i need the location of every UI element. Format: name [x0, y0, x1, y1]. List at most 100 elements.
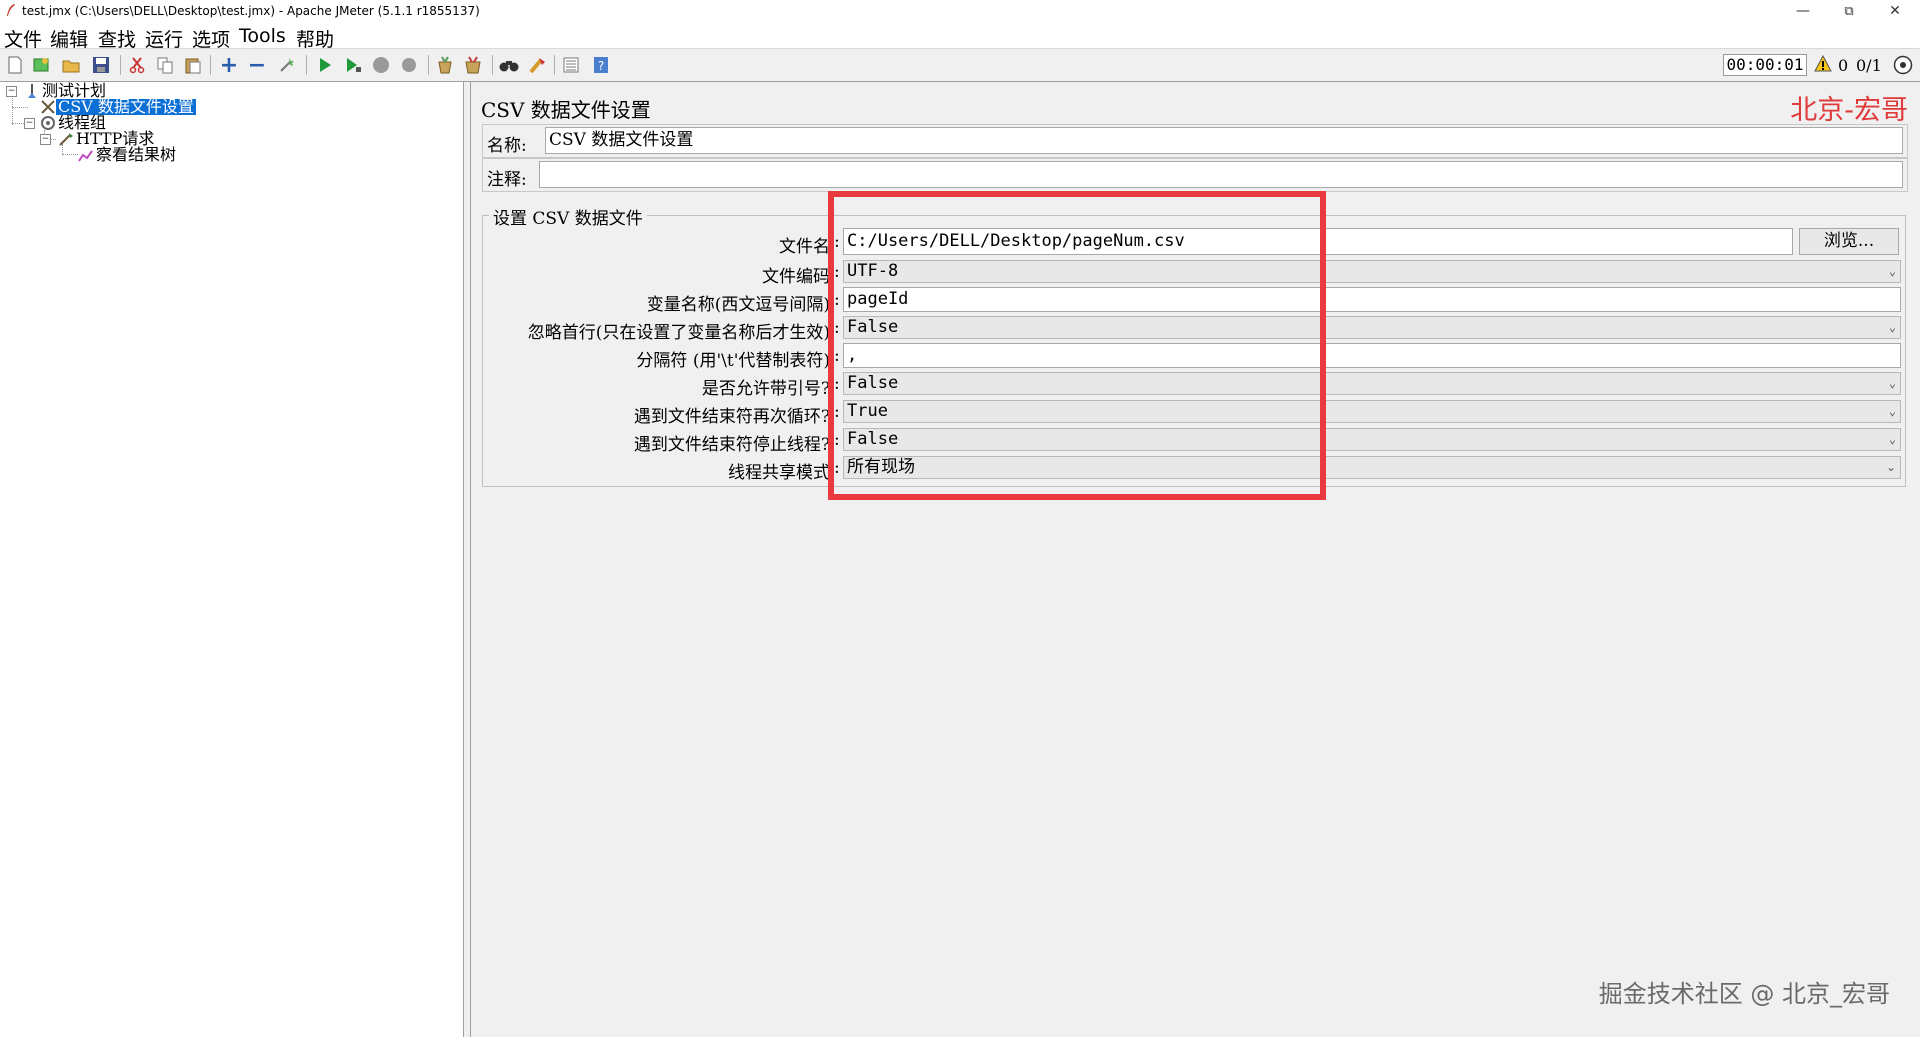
encoding-label: 文件编码: [762, 267, 830, 287]
config-panel: CSV 数据文件设置 北京-宏哥 名称: CSV 数据文件设置 注释: 设置 C…: [471, 82, 1920, 1037]
allow-quoted-select[interactable]: False ⌄: [843, 372, 1901, 395]
stop-thread-on-eof-label: 遇到文件结束符停止线程?: [633, 435, 830, 455]
paste-icon[interactable]: [182, 54, 204, 76]
comment-label: 注释:: [487, 170, 527, 190]
recycle-on-eof-label: 遇到文件结束符再次循环?: [633, 407, 830, 427]
chevron-down-icon: ⌄: [1888, 376, 1896, 390]
function-helper-icon[interactable]: [560, 54, 582, 76]
colon-separator: :: [834, 318, 840, 338]
shutdown-icon[interactable]: [398, 54, 420, 76]
colon-separator: :: [834, 458, 840, 478]
copy-icon[interactable]: [154, 54, 176, 76]
minimize-icon: —: [1796, 3, 1810, 19]
watermark: 掘金技术社区 @ 北京_宏哥: [1598, 980, 1890, 1008]
remote-globe-icon[interactable]: [1893, 55, 1913, 75]
close-icon: ✕: [1889, 3, 1901, 19]
jmeter-feather-icon: [7, 4, 15, 16]
comment-row: 注释:: [482, 158, 1908, 192]
sharing-mode-label: 线程共享模式: [728, 463, 830, 483]
expand-http-request[interactable]: −: [40, 134, 51, 145]
combo-value: False: [847, 429, 899, 449]
panel-splitter[interactable]: [464, 82, 471, 1037]
stop-thread-on-eof-select[interactable]: False ⌄: [843, 428, 1901, 451]
colon-separator: :: [834, 262, 840, 282]
expand-thread-group[interactable]: −: [24, 118, 35, 129]
save-icon[interactable]: [90, 54, 112, 76]
encoding-select[interactable]: UTF-8 ⌄: [843, 260, 1901, 283]
colon-separator: :: [834, 232, 840, 252]
expand-test-plan[interactable]: −: [6, 86, 17, 97]
tree-item-result-tree[interactable]: 察看结果树: [78, 147, 178, 163]
help-icon[interactable]: ?: [590, 54, 612, 76]
title-bar: test.jmx (C:\Users\DELL\Desktop\test.jmx…: [0, 0, 1920, 22]
chevron-down-icon: ⌄: [1885, 460, 1896, 474]
csv-config-icon: [41, 100, 55, 114]
delimiter-field[interactable]: ,: [843, 343, 1901, 368]
section-title: 设置 CSV 数据文件: [489, 204, 647, 229]
restore-icon: ⧉: [1844, 3, 1854, 19]
colon-separator: :: [834, 430, 840, 450]
test-plan-icon: [28, 84, 36, 98]
delimiter-label: 分隔符 (用'\t'代替制表符): [636, 351, 830, 371]
colon-separator: :: [834, 374, 840, 394]
collapse-icon[interactable]: −: [246, 53, 268, 78]
colon-separator: :: [834, 290, 840, 310]
close-button[interactable]: ✕: [1872, 0, 1918, 22]
menu-tools[interactable]: Tools: [239, 25, 286, 47]
start-icon[interactable]: [314, 54, 336, 76]
combo-value: 所有现场: [847, 457, 915, 477]
name-label: 名称:: [487, 136, 527, 156]
expand-icon[interactable]: +: [218, 53, 240, 78]
warning-icon[interactable]: [1814, 55, 1832, 72]
stop-icon[interactable]: [370, 54, 392, 76]
test-plan-tree: − 测试计划 CSV 数据文件设置 − 线程组 − HTTP请求 察看结果树: [0, 82, 464, 1037]
new-icon[interactable]: [4, 54, 26, 76]
toggle-icon[interactable]: [276, 54, 298, 76]
combo-value: False: [847, 373, 899, 393]
allow-quoted-label: 是否允许带引号?: [701, 379, 830, 399]
elapsed-timer: 00:00:01: [1723, 54, 1807, 76]
combo-value: True: [847, 401, 888, 421]
ignore-first-line-select[interactable]: False ⌄: [843, 316, 1901, 339]
http-sampler-icon: [59, 133, 73, 146]
tree-label: 察看结果树: [96, 145, 177, 164]
comment-field[interactable]: [539, 161, 1903, 188]
chevron-down-icon: ⌄: [1888, 404, 1896, 418]
ignore-first-line-label: 忽略首行(只在设置了变量名称后才生效): [527, 323, 830, 343]
combo-value: False: [847, 317, 899, 337]
colon-separator: :: [834, 402, 840, 422]
toolbar: + − ? 00:00:01 0 0/1: [0, 48, 1920, 82]
active-threads: 0/1: [1856, 56, 1882, 75]
clear-icon[interactable]: [434, 54, 456, 76]
sharing-mode-select[interactable]: 所有现场 ⌄: [843, 456, 1901, 479]
clear-all-icon[interactable]: [462, 54, 484, 76]
filename-field[interactable]: C:/Users/DELL/Desktop/pageNum.csv: [843, 228, 1793, 255]
reset-search-icon[interactable]: [526, 54, 548, 76]
name-row: 名称: CSV 数据文件设置: [482, 124, 1908, 158]
start-no-pause-icon[interactable]: [342, 54, 364, 76]
page-title: CSV 数据文件设置: [481, 98, 651, 122]
variable-names-field[interactable]: pageId: [843, 287, 1901, 312]
chevron-down-icon: ⌄: [1888, 320, 1896, 334]
templates-icon[interactable]: [30, 54, 52, 76]
combo-value: UTF-8: [847, 261, 899, 281]
minimize-button[interactable]: —: [1780, 0, 1826, 22]
window-title: test.jmx (C:\Users\DELL\Desktop\test.jmx…: [22, 4, 480, 18]
result-tree-icon: [78, 150, 93, 162]
filename-label: 文件名: [779, 237, 830, 257]
name-field[interactable]: CSV 数据文件设置: [545, 127, 1903, 154]
open-icon[interactable]: [60, 54, 82, 76]
chevron-down-icon: ⌄: [1888, 432, 1896, 446]
cut-icon[interactable]: [126, 54, 148, 76]
brand-label: 北京-宏哥: [1790, 95, 1908, 126]
browse-button[interactable]: 浏览...: [1799, 228, 1899, 255]
recycle-on-eof-select[interactable]: True ⌄: [843, 400, 1901, 423]
thread-group-icon: [41, 116, 55, 130]
menu-bar: 文件 编辑 查找 运行 选项 Tools 帮助: [0, 22, 1920, 51]
svg-text:?: ?: [598, 59, 604, 73]
restore-button[interactable]: ⧉: [1826, 0, 1872, 22]
search-icon[interactable]: [498, 54, 520, 76]
variable-names-label: 变量名称(西文逗号间隔): [646, 295, 830, 315]
warning-count: 0: [1838, 56, 1849, 75]
chevron-down-icon: ⌄: [1888, 264, 1896, 278]
